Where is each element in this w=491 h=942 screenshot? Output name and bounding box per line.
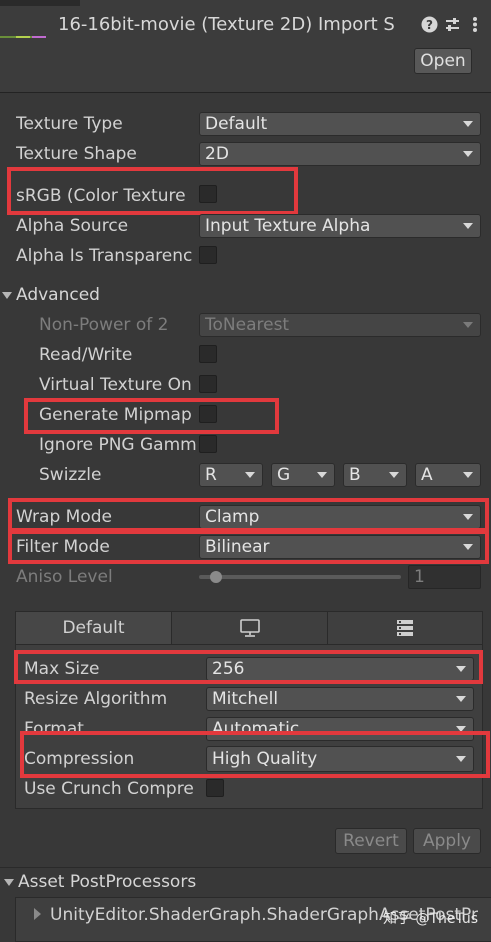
highlight-filter-mode (8, 530, 489, 564)
tab-divider (16, 644, 482, 645)
highlight-wrap-mode (8, 498, 489, 532)
watermark: 知乎 @TheTus (383, 911, 479, 927)
open-button[interactable]: Open (414, 48, 472, 74)
alpha-source-value: Input Texture Alpha (205, 216, 371, 236)
window-tab-strip (0, 0, 80, 6)
chevron-down-icon (456, 696, 466, 702)
section-divider (0, 867, 491, 868)
chevron-down-icon (389, 472, 399, 478)
read-write-label: Read/Write (39, 345, 133, 365)
monitor-icon (239, 619, 260, 637)
chevron-down-icon (463, 322, 473, 328)
aniso-level-label: Aniso Level (16, 567, 113, 587)
npot-label: Non-Power of 2 (39, 315, 169, 335)
png-gamma-checkbox[interactable] (199, 435, 217, 453)
npot-dropdown: ToNearest (199, 313, 481, 337)
highlight-mipmap (24, 398, 279, 434)
highlight-max-size (14, 650, 483, 684)
chevron-down-icon (463, 151, 473, 157)
apply-button[interactable]: Apply (413, 828, 481, 854)
texture-shape-dropdown[interactable]: 2D (199, 142, 481, 166)
texture-type-dropdown[interactable]: Default (199, 112, 481, 136)
texture-type-value: Default (205, 114, 268, 134)
crunch-checkbox[interactable] (206, 779, 224, 797)
expand-arrow-icon[interactable] (34, 908, 41, 920)
swizzle-b-value: B (349, 465, 361, 485)
crunch-label: Use Crunch Compre (24, 779, 194, 799)
virtual-texture-checkbox[interactable] (199, 375, 217, 393)
server-icon (397, 620, 413, 636)
swizzle-label: Swizzle (39, 465, 102, 485)
settings-sliders-icon[interactable] (444, 16, 461, 38)
swizzle-b-dropdown[interactable]: B (343, 463, 407, 487)
texture-shape-value: 2D (205, 144, 229, 164)
virtual-texture-label: Virtual Texture On (39, 375, 192, 395)
svg-text:?: ? (426, 18, 433, 32)
aniso-level-field: 1 (408, 565, 481, 589)
swizzle-a-value: A (421, 465, 433, 485)
alpha-source-label: Alpha Source (16, 216, 129, 236)
swizzle-r-value: R (205, 465, 217, 485)
npot-value: ToNearest (205, 315, 290, 335)
texture-thumbnail (0, 36, 46, 38)
png-gamma-label: Ignore PNG Gamm (39, 435, 197, 455)
asset-postprocessors-foldout[interactable]: Asset PostProcessors (18, 872, 196, 892)
chevron-down-icon (463, 223, 473, 229)
tab-server[interactable] (328, 612, 482, 644)
alpha-source-dropdown[interactable]: Input Texture Alpha (199, 214, 481, 238)
highlight-srgb (7, 167, 298, 215)
resize-algorithm-label: Resize Algorithm (24, 689, 168, 709)
alpha-transparency-label: Alpha Is Transparenc (16, 246, 193, 266)
foldout-triangle-icon[interactable] (2, 292, 12, 299)
help-icon[interactable]: ? (421, 16, 438, 38)
more-icon[interactable] (470, 16, 480, 38)
window-title: 16-16bit-movie (Texture 2D) Import S (58, 14, 395, 35)
texture-type-label: Texture Type (16, 114, 123, 134)
tab-default[interactable]: Default (16, 612, 172, 644)
read-write-checkbox[interactable] (199, 345, 217, 363)
aniso-slider-knob (210, 571, 222, 583)
chevron-down-icon (463, 472, 473, 478)
chevron-down-icon (245, 472, 255, 478)
highlight-compression (20, 731, 490, 778)
revert-button[interactable]: Revert (335, 828, 407, 854)
swizzle-g-value: G (277, 465, 291, 485)
texture-shape-label: Texture Shape (16, 144, 137, 164)
swizzle-r-dropdown[interactable]: R (199, 463, 263, 487)
chevron-down-icon (463, 121, 473, 127)
swizzle-g-dropdown[interactable]: G (271, 463, 335, 487)
chevron-down-icon (317, 472, 327, 478)
tab-standalone[interactable] (172, 612, 328, 644)
alpha-transparency-checkbox[interactable] (199, 246, 217, 264)
aniso-slider-track (199, 575, 401, 579)
foldout-triangle-icon[interactable] (4, 879, 14, 886)
swizzle-a-dropdown[interactable]: A (415, 463, 481, 487)
resize-algorithm-dropdown[interactable]: Mitchell (206, 687, 474, 711)
advanced-foldout[interactable]: Advanced (16, 285, 100, 305)
resize-algorithm-value: Mitchell (212, 689, 279, 709)
